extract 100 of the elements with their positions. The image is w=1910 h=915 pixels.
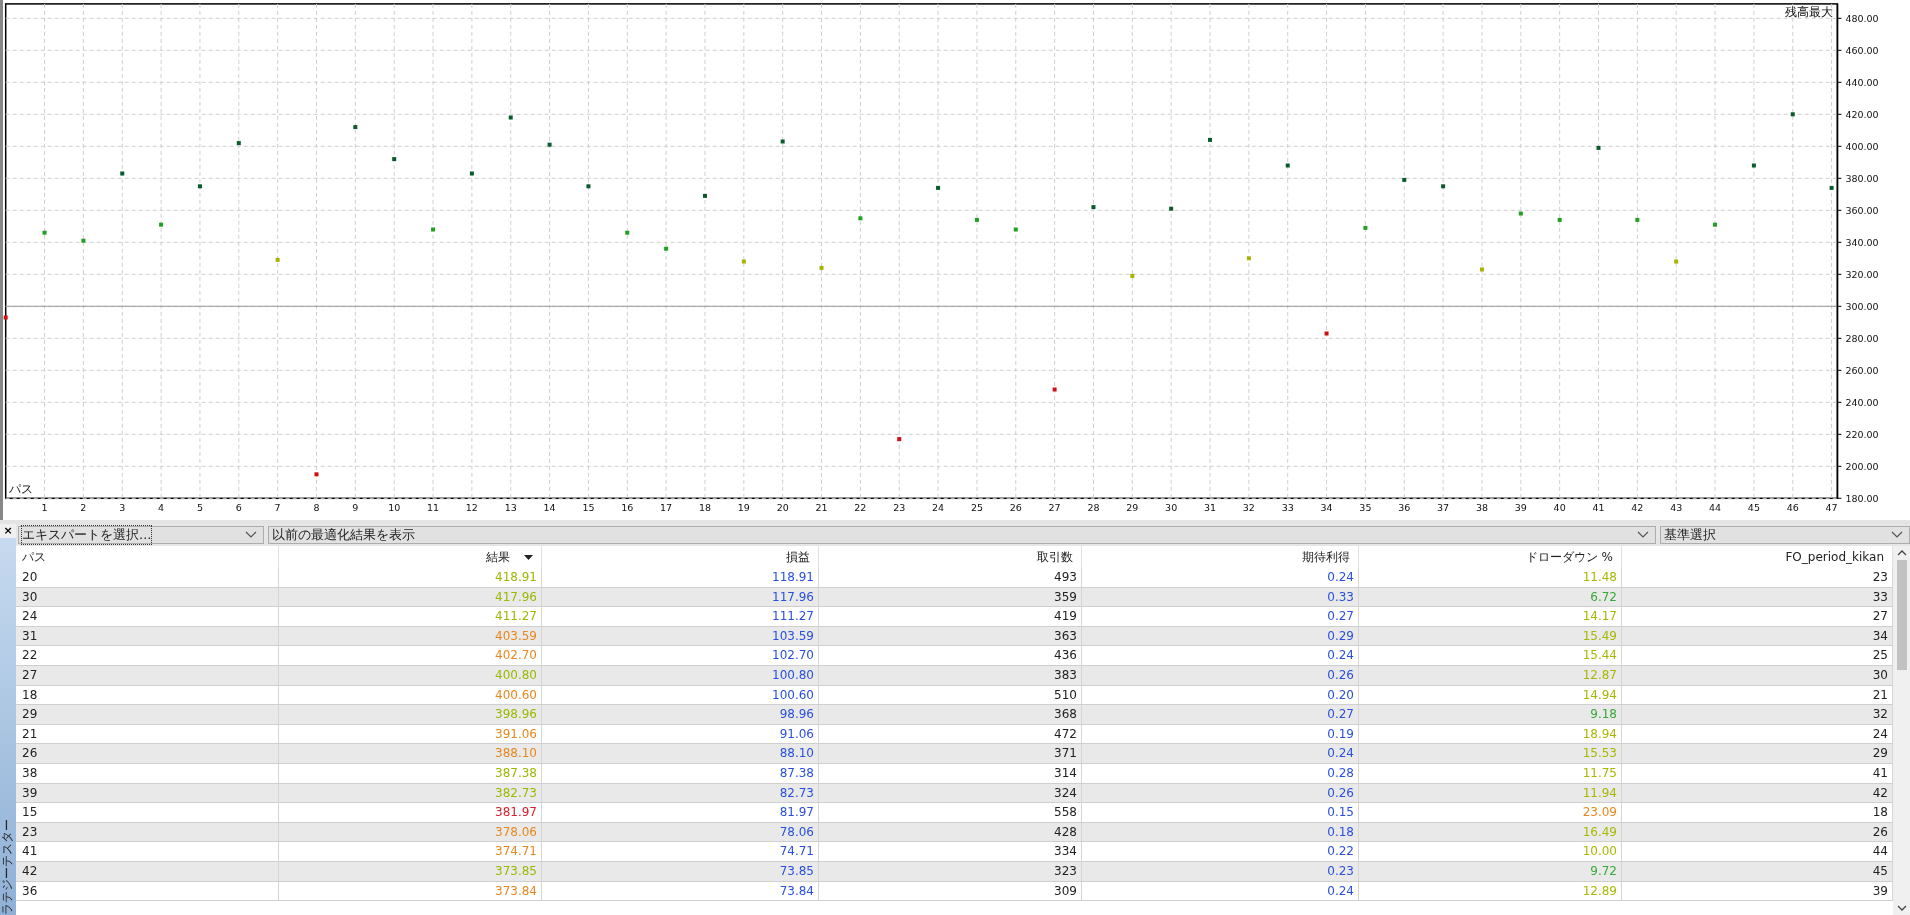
data-point <box>586 184 591 189</box>
table-row[interactable]: 36 373.84 73.84 309 0.24 12.89 39 <box>16 881 1893 902</box>
x-tick-label: 44 <box>1709 502 1722 514</box>
y-tick-label: 240.00 <box>1845 397 1879 409</box>
column-header[interactable]: 結果 <box>279 546 542 568</box>
x-tick-label: 6 <box>235 502 242 514</box>
table-cell: 418.91 <box>279 568 542 587</box>
expert-select[interactable]: エキスパートを選択... <box>18 526 264 544</box>
table-cell: 388.10 <box>279 744 542 763</box>
data-point <box>1285 163 1290 168</box>
x-tick-label: 39 <box>1514 502 1527 514</box>
x-axis-label: パス <box>8 482 33 497</box>
table-cell: 324 <box>819 783 1082 803</box>
x-tick-label: 25 <box>970 502 983 514</box>
data-point <box>81 238 86 243</box>
table-cell: 74.71 <box>542 842 819 861</box>
table-cell: 0.24 <box>1082 568 1359 587</box>
table-cell: 91.06 <box>542 724 819 744</box>
panel-side-tab[interactable]: ラテジーテスター <box>0 538 16 915</box>
scrollbar-thumb[interactable] <box>1896 560 1907 670</box>
data-point <box>1829 185 1834 190</box>
table-row[interactable]: 30 417.96 117.96 359 0.33 6.72 33 <box>16 587 1893 608</box>
table-cell: 15.44 <box>1359 646 1622 665</box>
table-row[interactable]: 22 402.70 102.70 436 0.24 15.44 25 <box>16 646 1893 666</box>
table-cell: 14.17 <box>1359 607 1622 626</box>
scroll-down-icon[interactable] <box>1896 905 1907 911</box>
data-point <box>974 217 979 222</box>
table-row[interactable]: 39 382.73 82.73 324 0.26 11.94 42 <box>16 783 1893 804</box>
scroll-up-icon[interactable] <box>1896 550 1907 556</box>
data-point <box>1013 227 1018 232</box>
x-tick-label: 20 <box>776 502 789 514</box>
data-point <box>1208 137 1212 142</box>
data-point <box>1441 184 1446 189</box>
table-cell: 103.59 <box>542 626 819 646</box>
table-cell: 0.24 <box>1082 646 1359 665</box>
table-cell: 387.38 <box>279 763 542 783</box>
table-cell: 400.80 <box>279 665 542 685</box>
table-row[interactable]: 23 378.06 78.06 428 0.18 16.49 26 <box>16 822 1893 843</box>
table-cell: 363 <box>819 626 1082 646</box>
table-cell: 383 <box>819 665 1082 685</box>
column-header[interactable]: パス <box>16 546 279 568</box>
table-cell: 41 <box>16 842 279 861</box>
table-row[interactable]: 41 374.71 74.71 334 0.22 10.00 44 <box>16 842 1893 862</box>
table-cell: 14.94 <box>1359 685 1622 705</box>
y-tick-label: 460.00 <box>1845 45 1879 57</box>
y-tick-label: 320.00 <box>1845 269 1879 281</box>
table-cell: 27 <box>16 665 279 685</box>
data-point <box>275 257 280 262</box>
data-point <box>1363 225 1368 230</box>
table-cell: 0.26 <box>1082 783 1359 803</box>
table-cell: 21 <box>16 724 279 744</box>
data-point <box>858 216 863 221</box>
x-tick-label: 31 <box>1203 502 1217 514</box>
table-row[interactable]: 31 403.59 103.59 363 0.29 15.49 34 <box>16 626 1893 647</box>
table-cell: 382.73 <box>279 783 542 803</box>
data-point <box>780 139 785 144</box>
column-header[interactable]: 損益 <box>542 546 819 568</box>
table-cell: 558 <box>819 803 1082 822</box>
criterion-select[interactable]: 基準選択 <box>1660 526 1910 544</box>
chevron-down-icon <box>1891 531 1903 539</box>
scrollbar[interactable] <box>1893 546 1910 915</box>
table-row[interactable]: 42 373.85 73.85 323 0.23 9.72 45 <box>16 861 1893 882</box>
data-point <box>1130 273 1135 278</box>
x-tick-label: 32 <box>1242 502 1255 514</box>
table-cell: 6.72 <box>1359 587 1622 607</box>
table-row[interactable]: 27 400.80 100.80 383 0.26 12.87 30 <box>16 665 1893 686</box>
table-cell: 417.96 <box>279 587 542 607</box>
table-cell: 82.73 <box>542 783 819 803</box>
column-header[interactable]: ドローダウン % <box>1359 546 1622 568</box>
data-point <box>1674 259 1679 264</box>
table-cell: 323 <box>819 861 1082 881</box>
table-cell: 391.06 <box>279 724 542 744</box>
table-cell: 117.96 <box>542 587 819 607</box>
table-cell: 102.70 <box>542 646 819 665</box>
data-point <box>1751 163 1756 168</box>
table-row[interactable]: 38 387.38 87.38 314 0.28 11.75 41 <box>16 763 1893 784</box>
table-cell: 16.49 <box>1359 822 1622 842</box>
data-point <box>314 472 319 477</box>
table-row[interactable]: 15 381.97 81.97 558 0.15 23.09 18 <box>16 803 1893 823</box>
x-tick-label: 16 <box>621 502 634 514</box>
y-tick-label: 440.00 <box>1845 77 1879 89</box>
x-tick-label: 42 <box>1631 502 1644 514</box>
table-row[interactable]: 24 411.27 111.27 419 0.27 14.17 27 <box>16 607 1893 627</box>
x-tick-label: 33 <box>1281 502 1294 514</box>
x-tick-label: 26 <box>1009 502 1022 514</box>
column-header[interactable]: 期待利得 <box>1082 546 1359 568</box>
table-row[interactable]: 20 418.91 118.91 493 0.24 11.48 23 <box>16 568 1893 588</box>
data-point <box>120 171 125 176</box>
x-tick-label: 21 <box>815 502 828 514</box>
data-point <box>741 259 746 264</box>
table-cell: 9.18 <box>1359 705 1622 724</box>
x-tick-label: 2 <box>80 502 87 514</box>
data-point <box>392 157 397 162</box>
previous-results-select[interactable]: 以前の最適化結果を表示 <box>268 526 1656 544</box>
table-cell: 314 <box>819 763 1082 783</box>
table-cell: 23.09 <box>1359 803 1622 822</box>
table-cell: 419 <box>819 607 1082 626</box>
table-row[interactable]: 26 388.10 88.10 371 0.24 15.53 29 <box>16 744 1893 764</box>
column-header[interactable]: 取引数 <box>819 546 1082 568</box>
table-row[interactable]: 29 398.96 98.96 368 0.27 9.18 32 <box>16 705 1893 725</box>
